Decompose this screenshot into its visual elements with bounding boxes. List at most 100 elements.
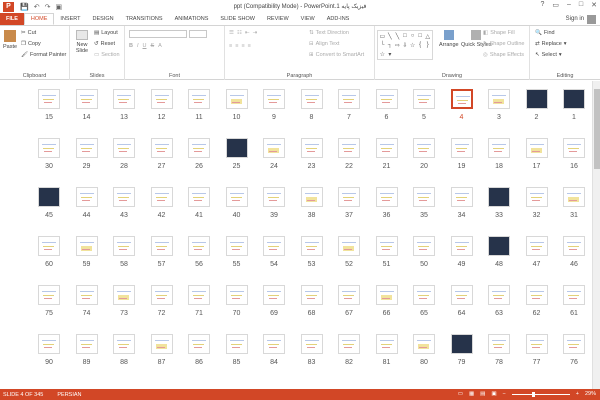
slide-preview[interactable] <box>338 334 360 354</box>
slide-thumbnail[interactable]: 90 <box>38 334 68 368</box>
slide-preview[interactable] <box>525 89 548 109</box>
slide-thumbnail[interactable]: 64 <box>450 285 481 319</box>
slide-thumbnail[interactable]: 50 <box>413 236 443 270</box>
slide-preview[interactable] <box>413 285 435 305</box>
cut-button[interactable]: ✂ Cut <box>21 30 36 36</box>
slide-thumbnail[interactable]: 12 <box>150 89 181 123</box>
shape-effects-button[interactable]: ◎ Shape Effects <box>483 52 524 58</box>
section-button[interactable]: ▭ Section <box>94 52 120 58</box>
slide-thumbnail[interactable]: 75 <box>38 285 68 319</box>
slide-thumbnail[interactable]: 51 <box>375 236 406 270</box>
font-color-icon[interactable]: A <box>158 43 162 49</box>
slide-preview[interactable] <box>263 89 285 109</box>
paste-button[interactable]: Paste <box>3 30 17 50</box>
format-painter-button[interactable]: 🖌 Format Painter <box>21 52 66 58</box>
zoom-out-icon[interactable]: − <box>503 391 506 397</box>
slide-thumbnail[interactable]: 85 <box>225 334 256 368</box>
slide-preview[interactable] <box>75 187 98 207</box>
slide-preview[interactable] <box>300 187 323 207</box>
slide-thumbnail[interactable]: 40 <box>225 187 256 221</box>
slide-preview[interactable] <box>300 89 323 109</box>
shape-fill-button[interactable]: ◧ Shape Fill <box>483 30 515 36</box>
slide-preview[interactable] <box>338 236 360 256</box>
slide-preview[interactable] <box>75 89 98 109</box>
slide-thumbnail[interactable]: 23 <box>300 138 331 172</box>
slide-preview[interactable] <box>38 236 60 256</box>
slide-preview[interactable] <box>300 138 323 158</box>
redo-icon[interactable]: ↷ <box>45 3 51 11</box>
slide-preview[interactable] <box>113 334 135 354</box>
slide-thumbnail[interactable]: 73 <box>113 285 143 319</box>
slide-thumbnail[interactable]: 67 <box>338 285 368 319</box>
slide-thumbnail[interactable]: 71 <box>188 285 218 319</box>
slide-thumbnail[interactable]: 9 <box>263 89 293 123</box>
slide-preview[interactable] <box>113 236 135 256</box>
slide-preview[interactable] <box>375 236 398 256</box>
justify-icon[interactable]: ≡ <box>248 43 251 49</box>
slide-preview[interactable] <box>225 187 248 207</box>
slide-preview[interactable] <box>338 89 360 109</box>
slide-preview[interactable] <box>413 187 435 207</box>
square-shape-icon[interactable]: □ <box>402 32 409 40</box>
slide-preview[interactable] <box>150 138 173 158</box>
slide-preview[interactable] <box>150 285 173 305</box>
slide-thumbnail[interactable]: 60 <box>38 236 68 270</box>
slide-preview[interactable] <box>38 187 60 207</box>
slide-preview[interactable] <box>488 187 510 207</box>
slide-preview[interactable] <box>38 89 60 109</box>
slide-preview[interactable] <box>488 285 510 305</box>
new-slide-button[interactable]: New Slide <box>73 30 91 54</box>
slide-preview[interactable] <box>188 89 210 109</box>
slide-thumbnail[interactable]: 44 <box>75 187 106 221</box>
tab-file[interactable]: FILE <box>0 13 24 25</box>
slide-preview[interactable] <box>188 334 210 354</box>
slide-thumbnail[interactable]: 87 <box>150 334 181 368</box>
arrow-shape-icon[interactable]: ⇩ <box>402 41 409 49</box>
tab-view[interactable]: VIEW <box>295 13 321 25</box>
minimize-button[interactable]: – <box>567 1 571 9</box>
slide-thumbnail[interactable]: 5 <box>413 89 443 123</box>
slide-thumbnail[interactable]: 22 <box>338 138 368 172</box>
undo-icon[interactable]: ↶ <box>34 3 40 11</box>
slide-preview[interactable] <box>38 334 60 354</box>
slide-preview[interactable] <box>225 285 248 305</box>
reading-view-icon[interactable]: ▤ <box>480 391 485 397</box>
slide-thumbnail[interactable]: 33 <box>488 187 518 221</box>
slide-thumbnail[interactable]: 66 <box>375 285 406 319</box>
arrange-button[interactable]: Arrange <box>439 30 459 48</box>
line-shape-icon[interactable]: ╲ <box>394 32 401 40</box>
tab-animations[interactable]: ANIMATIONS <box>169 13 215 25</box>
font-family-select[interactable] <box>129 30 187 38</box>
slide-preview[interactable] <box>413 236 435 256</box>
slide-thumbnail[interactable]: 41 <box>188 187 218 221</box>
language-status[interactable]: PERSIAN <box>57 392 81 398</box>
slide-preview[interactable] <box>413 138 435 158</box>
slide-thumbnail[interactable]: 32 <box>525 187 556 221</box>
slide-thumbnail[interactable]: 20 <box>413 138 443 172</box>
align-center-icon[interactable]: ≡ <box>235 43 238 49</box>
slide-preview[interactable] <box>375 89 398 109</box>
slide-thumbnail[interactable]: 37 <box>338 187 368 221</box>
slide-preview[interactable] <box>413 89 435 109</box>
slide-preview[interactable] <box>450 285 473 305</box>
slide-thumbnail[interactable]: 36 <box>375 187 406 221</box>
slide-preview[interactable] <box>150 89 173 109</box>
numbering-icon[interactable]: ☷ <box>237 30 242 36</box>
slide-preview[interactable] <box>450 89 473 109</box>
slide-preview[interactable] <box>75 236 98 256</box>
slide-preview[interactable] <box>450 138 473 158</box>
close-button[interactable]: ✕ <box>591 1 597 9</box>
slide-preview[interactable] <box>225 236 248 256</box>
decrease-indent-icon[interactable]: ⇤ <box>245 30 250 36</box>
slide-preview[interactable] <box>375 187 398 207</box>
slide-thumbnail[interactable]: 14 <box>75 89 106 123</box>
slide-preview[interactable] <box>525 236 548 256</box>
slide-preview[interactable] <box>488 334 510 354</box>
slide-preview[interactable] <box>150 187 173 207</box>
slide-thumbnail[interactable]: 46 <box>563 236 593 270</box>
slide-thumbnail[interactable]: 89 <box>75 334 106 368</box>
slide-preview[interactable] <box>488 236 510 256</box>
slide-preview[interactable] <box>525 285 548 305</box>
star-shape-icon[interactable]: ☆ <box>409 41 416 49</box>
slide-preview[interactable] <box>38 138 60 158</box>
